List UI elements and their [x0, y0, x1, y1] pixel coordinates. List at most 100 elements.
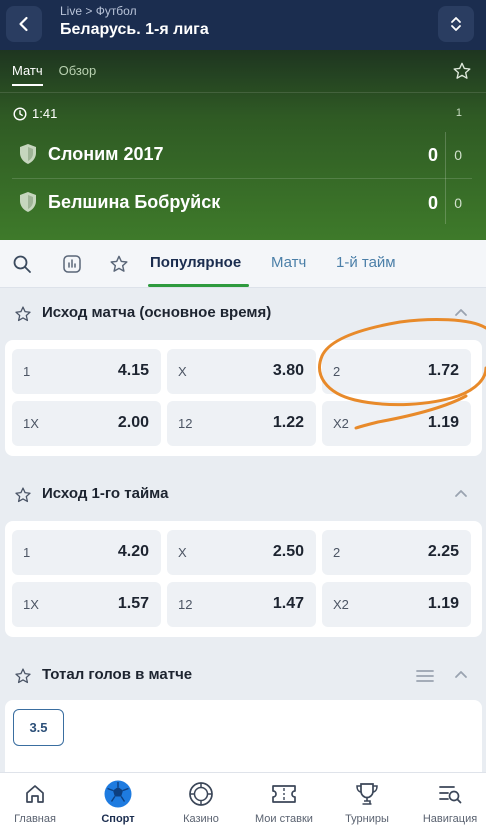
odd-button[interactable]: X2 1.19 — [322, 582, 471, 627]
active-tab-indicator — [148, 284, 249, 287]
market-filter-bar: Популярное Матч 1-й тайм — [0, 240, 486, 288]
market-card-first-half-result: 1 4.20 X 2.50 2 2.25 1X 1.57 12 1.47 X2 1.19 — [5, 521, 482, 637]
odd-label: X — [178, 364, 187, 379]
chevron-up-icon[interactable] — [454, 669, 468, 679]
odd-button[interactable]: 2 2.25 — [322, 530, 471, 575]
odd-button[interactable]: 1X 2.00 — [12, 401, 161, 446]
score-away: 0 — [427, 193, 438, 213]
nav-label: Мои ставки — [255, 813, 313, 825]
odd-value: 1.72 — [427, 362, 459, 379]
favorite-star-icon[interactable] — [452, 61, 472, 81]
market-header-match-result[interactable]: Исход матча (основное время) — [0, 293, 486, 333]
favorite-star-icon[interactable] — [14, 486, 32, 504]
odd-label: 2 — [333, 545, 341, 560]
market-title: Исход 1-го тайма — [42, 485, 169, 502]
odd-button[interactable]: X2 1.19 — [322, 401, 471, 446]
odd-button[interactable]: 12 1.22 — [167, 401, 316, 446]
banner-divider — [0, 92, 486, 93]
tab-match-markets[interactable]: Матч — [271, 254, 306, 271]
odd-button[interactable]: 2 1.72 — [322, 349, 471, 394]
nav-home[interactable]: Главная — [0, 779, 75, 825]
page-title: Беларусь. 1-я лига — [60, 21, 209, 38]
chevron-left-icon — [19, 16, 28, 32]
score-divider — [445, 132, 446, 224]
odd-label: X2 — [333, 597, 349, 612]
odd-value: 1.57 — [117, 595, 149, 612]
odd-value: 2.25 — [427, 543, 459, 560]
team-row-home: Слоним 2017 — [18, 139, 164, 169]
nav-label: Спорт — [101, 813, 135, 825]
navigation-search-icon — [439, 786, 462, 804]
ticket-icon — [272, 785, 296, 803]
tab-overview[interactable]: Обзор — [59, 63, 97, 86]
odd-value: 4.15 — [117, 362, 149, 379]
chevron-up-down-icon — [451, 17, 461, 31]
market-card-total-goals — [5, 700, 482, 772]
odd-button[interactable]: 1X 1.57 — [12, 582, 161, 627]
nav-sport[interactable]: Спорт — [78, 779, 158, 825]
odd-value: 3.80 — [272, 362, 304, 379]
home-icon — [26, 785, 44, 803]
odd-button[interactable]: 12 1.47 — [167, 582, 316, 627]
match-timer: 1:41 — [13, 106, 57, 121]
odd-value: 2.50 — [272, 543, 304, 560]
odd-label: 1 — [23, 545, 31, 560]
market-header-total-goals[interactable]: Тотал голов в матче — [0, 655, 486, 695]
favorite-star-icon[interactable] — [109, 254, 129, 274]
sub-score-away: 0 — [454, 195, 462, 211]
favorite-star-icon[interactable] — [14, 305, 32, 323]
nav-label: Турниры — [345, 813, 389, 825]
team-name-home: Слоним 2017 — [48, 143, 164, 164]
bottom-navigation: Главная Спорт Казино Мои ставки Турниры … — [0, 772, 486, 833]
search-icon[interactable] — [12, 254, 32, 274]
banner-tabs: Матч Обзор — [12, 63, 96, 86]
chevron-up-icon[interactable] — [454, 307, 468, 317]
tab-match[interactable]: Матч — [12, 63, 43, 86]
nav-casino[interactable]: Казино — [161, 779, 241, 825]
odd-label: 2 — [333, 364, 341, 379]
odd-button[interactable]: 1 4.20 — [12, 530, 161, 575]
chevron-up-icon[interactable] — [454, 488, 468, 498]
nav-tournaments[interactable]: Турниры — [327, 779, 407, 825]
top-bar: Live > Футбол Беларусь. 1-я лига — [0, 0, 486, 50]
market-title: Тотал голов в матче — [42, 666, 193, 683]
nav-my-bets[interactable]: Мои ставки — [244, 779, 324, 825]
odd-value: 1.19 — [427, 595, 459, 612]
market-title: Исход матча (основное время) — [42, 304, 272, 321]
odd-value: 1.19 — [427, 414, 459, 431]
sub-score-home: 0 — [454, 147, 462, 163]
stats-icon[interactable] — [62, 254, 82, 274]
odd-value: 1.47 — [272, 595, 304, 612]
odd-button[interactable]: X 3.80 — [167, 349, 316, 394]
breadcrumb[interactable]: Live > Футбол — [60, 4, 137, 18]
odd-value: 2.00 — [117, 414, 149, 431]
soccer-ball-icon — [104, 780, 132, 808]
shield-icon — [20, 144, 36, 164]
list-menu-icon[interactable] — [416, 669, 434, 683]
odd-button[interactable]: X 2.50 — [167, 530, 316, 575]
odd-value: 1.22 — [272, 414, 304, 431]
shield-icon — [20, 192, 36, 212]
odd-label: X2 — [333, 416, 349, 431]
score-home: 0 — [427, 145, 438, 165]
trophy-icon — [356, 783, 378, 805]
market-header-first-half-result[interactable]: Исход 1-го тайма — [0, 474, 486, 514]
odd-label: 12 — [178, 597, 193, 612]
tab-popular[interactable]: Популярное — [150, 254, 241, 271]
back-button[interactable] — [6, 6, 42, 42]
nav-label: Казино — [183, 813, 219, 825]
odd-button[interactable]: 1 4.15 — [12, 349, 161, 394]
favorite-star-icon[interactable] — [14, 667, 32, 685]
timer-value: 1:41 — [32, 106, 58, 121]
team-separator — [12, 178, 472, 179]
league-switch-button[interactable] — [438, 6, 474, 42]
nav-label: Главная — [14, 813, 56, 825]
period-number: 1 — [455, 107, 462, 119]
nav-navigation[interactable]: Навигация — [410, 779, 486, 825]
odd-label: X — [178, 545, 187, 560]
match-banner: Матч Обзор 1:41 1 Слоним 2017 0 0 Белшин… — [0, 50, 486, 240]
odd-label: 1X — [23, 597, 39, 612]
tab-first-half[interactable]: 1-й тайм — [336, 254, 396, 271]
odd-value: 4.20 — [117, 543, 149, 560]
total-line-chip[interactable]: 3.5 — [13, 709, 64, 746]
